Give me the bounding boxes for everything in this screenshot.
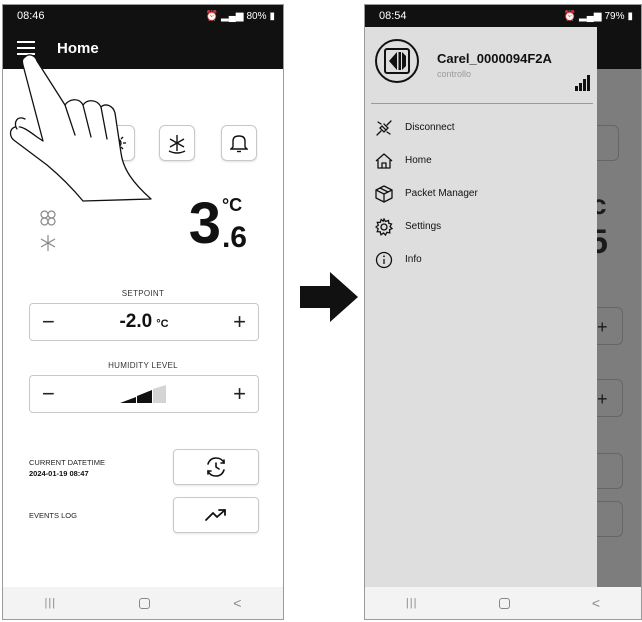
navigation-drawer: Carel_0000094F2A controllo Disconnect Ho…: [365, 27, 597, 587]
setpoint-value-group: -2.0 °C: [119, 311, 168, 333]
alarm-icon: ⏰: [563, 10, 576, 22]
home-icon: [375, 152, 393, 169]
setpoint-control: − -2.0 °C +: [29, 303, 259, 341]
menu-label: Packet Manager: [405, 188, 478, 199]
signal-icon: ▂▄▆: [579, 10, 602, 22]
hand-pointer-illustration: [9, 54, 152, 202]
home-nav-icon[interactable]: [499, 597, 511, 609]
drawer-divider: [371, 103, 593, 104]
humidity-decrease-button[interactable]: −: [42, 383, 55, 405]
temperature-integer: 3: [188, 191, 221, 256]
defrost-icon: [168, 135, 186, 154]
connection-signal-icon: [575, 75, 590, 91]
info-icon: [375, 251, 393, 268]
menu-item-settings[interactable]: Settings: [365, 210, 597, 243]
left-phone-screen: 08:46 ⏰ ▂▄▆ 80% ▮ Home 3 °C .6 SETPOINT …: [2, 4, 284, 620]
menu-item-packet-manager[interactable]: Packet Manager: [365, 177, 597, 210]
humidity-control: − +: [29, 375, 259, 413]
snowflake-icon: [40, 235, 56, 251]
sync-clock-icon: [207, 457, 225, 477]
menu-label: Disconnect: [405, 122, 455, 133]
humidity-label: HUMIDITY LEVEL: [108, 361, 178, 370]
defrost-button[interactable]: [159, 125, 195, 161]
humidity-level-indicator: [120, 385, 166, 403]
status-icons: ⏰ ▂▄▆ 80% ▮: [206, 11, 275, 22]
recent-apps-icon[interactable]: |||: [406, 597, 418, 609]
disconnect-icon: [376, 119, 392, 136]
temperature-unit: °C: [221, 195, 243, 215]
setpoint-increase-button[interactable]: +: [233, 311, 246, 333]
menu-label: Info: [405, 254, 422, 265]
bell-icon: [230, 135, 248, 153]
transition-arrow-icon: [300, 272, 358, 322]
recent-apps-icon[interactable]: |||: [45, 597, 57, 609]
device-subtitle: controllo: [437, 69, 472, 79]
sync-datetime-button[interactable]: [173, 449, 259, 485]
status-icons: ⏰ ▂▄▆ 79% ▮: [564, 11, 633, 22]
status-bar: 08:46 ⏰ ▂▄▆ 80% ▮: [3, 5, 283, 27]
battery-level: 79%: [604, 10, 625, 22]
setpoint-unit: °C: [156, 318, 169, 330]
status-time: 08:46: [17, 10, 45, 22]
alarm-icon: ⏰: [205, 10, 218, 22]
status-indicators: [39, 209, 59, 257]
alarm-bell-button[interactable]: [221, 125, 257, 161]
back-nav-icon[interactable]: <: [233, 595, 241, 611]
right-phone-screen: 08:54 ⏰ ▂▄▆ 79% ▮ c 5 + + Carel_0000094F…: [364, 4, 642, 620]
menu-label: Settings: [405, 221, 442, 232]
android-navigation-bar: ||| <: [3, 587, 283, 619]
setpoint-value: -2.0: [119, 311, 153, 332]
dimmed-plus-2: +: [597, 389, 608, 409]
menu-item-home[interactable]: Home: [365, 144, 597, 177]
status-time: 08:54: [379, 10, 407, 22]
drawer-header: Carel_0000094F2A controllo: [365, 27, 597, 103]
android-navigation-bar: ||| <: [365, 587, 641, 619]
package-icon: [375, 184, 393, 203]
battery-icon: ▮: [627, 10, 633, 22]
menu-item-disconnect[interactable]: Disconnect: [365, 111, 597, 144]
datetime-label: CURRENT DATETIME: [29, 458, 105, 467]
trending-up-icon: [205, 509, 226, 521]
back-nav-icon[interactable]: <: [592, 595, 600, 611]
dimmed-plus-1: +: [597, 317, 608, 337]
gear-icon: [375, 217, 393, 236]
home-nav-icon[interactable]: [139, 597, 151, 609]
signal-icon: ▂▄▆: [221, 10, 244, 22]
events-log-button[interactable]: [173, 497, 259, 533]
status-bar: 08:54 ⏰ ▂▄▆ 79% ▮: [365, 5, 641, 27]
setpoint-decrease-button[interactable]: −: [42, 311, 55, 333]
temperature-decimal: .6: [221, 221, 247, 254]
events-log-label: EVENTS LOG: [29, 511, 77, 520]
drawer-menu: Disconnect Home Packet Manager Settings …: [365, 111, 597, 276]
temperature-display: 3 °C .6: [189, 195, 247, 253]
battery-icon: ▮: [269, 10, 275, 22]
menu-label: Home: [405, 155, 432, 166]
setpoint-label: SETPOINT: [121, 289, 165, 298]
menu-item-info[interactable]: Info: [365, 243, 597, 276]
electrolux-logo-icon: [375, 39, 419, 83]
battery-level: 80%: [246, 10, 267, 22]
humidity-increase-button[interactable]: +: [233, 383, 246, 405]
fan-icon: [40, 210, 56, 226]
device-name: Carel_0000094F2A: [437, 51, 552, 66]
datetime-value: 2024-01-19 08:47: [29, 469, 89, 478]
